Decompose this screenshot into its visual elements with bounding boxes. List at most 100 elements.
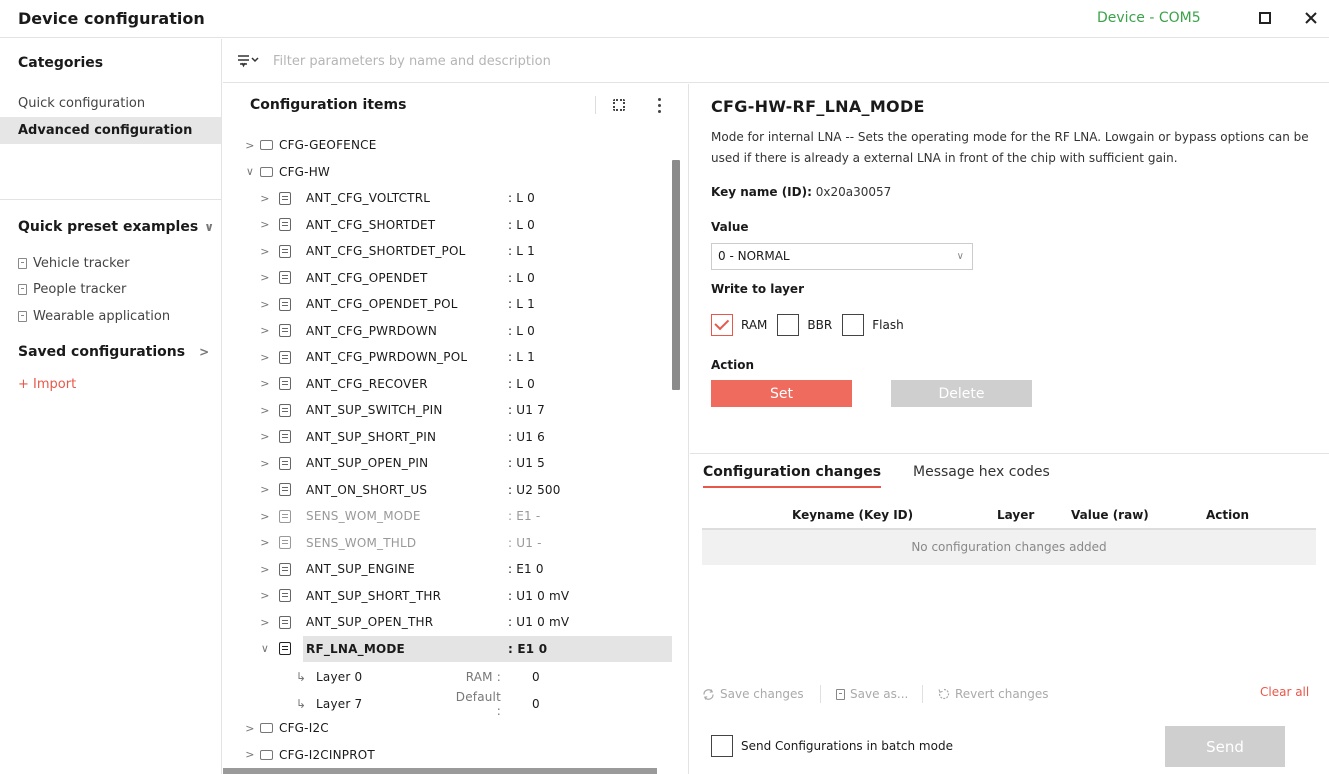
tree-item-rf-lna-mode[interactable]: ∨ RF_LNA_MODE: E1 0 [223,635,673,662]
tree-item-ant-sup-engine[interactable]: > ANT_SUP_ENGINE: E1 0 [223,556,673,582]
chevron-right-icon[interactable]: > [245,748,255,761]
tree-group-i2cinprot[interactable]: > CFG-I2CINPROT [223,742,673,768]
clear-all-link[interactable]: Clear all [1260,685,1309,699]
import-link[interactable]: + Import [18,377,76,392]
delete-button[interactable]: Delete [891,380,1032,407]
tree-group-i2c[interactable]: > CFG-I2C [223,715,673,741]
collapse-all-button[interactable] [608,94,630,116]
tree-item-ant-cfg-opendet-pol[interactable]: > ANT_CFG_OPENDET_POL: L 1 [223,291,673,317]
tree-item-ant-on-short-us[interactable]: > ANT_ON_SHORT_US: U2 500 [223,477,673,503]
set-button[interactable]: Set [711,380,852,407]
chevron-right-icon[interactable]: > [245,139,255,152]
tree-item-ant-cfg-voltctrl[interactable]: > ANT_CFG_VOLTCTRL: L 0 [223,185,673,211]
chevron-right-icon[interactable]: > [260,298,270,311]
tree-vertical-scrollbar[interactable] [672,160,680,390]
tree-item-ant-sup-short-thr[interactable]: > ANT_SUP_SHORT_THR: U1 0 mV [223,583,673,609]
tree-item-name: ANT_SUP_SHORT_PIN [306,429,437,444]
tree-item-name: ANT_CFG_PWRDOWN [306,323,438,338]
folder-icon [260,723,273,733]
chevron-right-icon[interactable]: > [260,351,270,364]
parameter-doc-icon [279,589,291,602]
filter-sort-icon[interactable] [237,52,259,70]
maximize-button[interactable] [1251,4,1279,32]
tree-item-ant-cfg-recover[interactable]: > ANT_CFG_RECOVER: L 0 [223,371,673,397]
chevron-right-icon[interactable]: > [260,377,270,390]
chevron-right-icon[interactable]: > [260,218,270,231]
chevron-right-icon[interactable]: > [260,563,270,576]
ram-checkbox[interactable] [711,314,733,336]
flash-checkbox[interactable] [842,314,865,336]
tree-item-ant-cfg-pwrdown-pol[interactable]: > ANT_CFG_PWRDOWN_POL: L 1 [223,344,673,370]
batch-mode-checkbox[interactable] [711,735,733,757]
tree-item-ant-cfg-opendet[interactable]: > ANT_CFG_OPENDET: L 0 [223,265,673,291]
filter-input[interactable] [273,49,773,73]
batch-mode-label: Send Configurations in batch mode [741,739,953,753]
tree-item-value: : E1 0 [508,562,544,576]
revert-changes-button[interactable]: Revert changes [938,687,1049,701]
chevron-down-icon[interactable]: ∨ [245,165,255,178]
tree-item-value: : U2 500 [508,482,561,497]
chevron-right-icon[interactable]: > [260,404,270,417]
chevron-right-icon[interactable]: > [260,324,270,337]
chevron-right-icon[interactable]: > [245,722,255,735]
quick-presets-heading: Quick preset examples [18,219,199,235]
tree-layer-row[interactable]: ↳ Layer 0 RAM : 0 [223,664,673,690]
saved-configurations-toggle[interactable]: Saved configurations > [18,344,209,360]
layer-name: Layer 7 [316,696,363,711]
folder-icon [260,749,273,760]
save-sync-icon [703,688,714,700]
sidebar-item-advanced-configuration[interactable]: Advanced configuration [0,117,221,144]
chevron-right-icon[interactable]: > [260,245,270,258]
tree-layer-row[interactable]: ↳ Layer 7 Default : 0 [223,690,673,718]
more-vertical-icon [657,97,661,113]
chevron-right-icon[interactable]: > [260,271,270,284]
tree-item-ant-sup-open-pin[interactable]: > ANT_SUP_OPEN_PIN: U1 5 [223,450,673,476]
save-as-button[interactable]: Save as... [836,687,908,701]
sidebar-item-quick-configuration[interactable]: Quick configuration [0,90,221,117]
chevron-right-icon[interactable]: > [260,589,270,602]
value-select[interactable]: 0 - NORMAL ∨ [711,243,973,270]
quick-presets-toggle[interactable]: Quick preset examples ∨ [18,219,214,235]
tree-item-ant-sup-switch-pin[interactable]: > ANT_SUP_SWITCH_PIN: U1 7 [223,397,673,423]
send-button[interactable]: Send [1165,726,1285,767]
parameter-doc-icon [279,536,291,549]
preset-wearable-application[interactable]: Wearable application [18,309,170,324]
preset-label: Wearable application [33,309,171,324]
more-options-button[interactable] [648,94,670,116]
chevron-right-icon[interactable]: > [260,536,270,549]
chevron-right-icon[interactable]: > [260,616,270,629]
tree-group-geofence[interactable]: > CFG-GEOFENCE [223,132,673,158]
chevron-right-icon[interactable]: > [260,457,270,470]
revert-icon [938,688,950,700]
preset-vehicle-tracker[interactable]: Vehicle tracker [18,256,130,271]
parameter-doc-icon [279,218,291,231]
subitem-arrow-icon: ↳ [296,696,307,711]
chevron-right-icon[interactable]: > [260,192,270,205]
revert-changes-label: Revert changes [955,687,1049,701]
tree-group-hw[interactable]: ∨ CFG-HW [223,159,673,185]
tree-item-sens-wom-mode[interactable]: > SENS_WOM_MODE: E1 - [223,503,673,529]
tree-item-ant-cfg-shortdet[interactable]: > ANT_CFG_SHORTDET: L 0 [223,212,673,238]
chevron-right-icon[interactable]: > [260,510,270,523]
save-changes-button[interactable]: Save changes [702,687,804,701]
preset-label: Vehicle tracker [33,256,130,271]
close-button[interactable] [1297,4,1325,32]
tree-item-ant-cfg-pwrdown[interactable]: > ANT_CFG_PWRDOWN: L 0 [223,318,673,344]
tree-item-ant-sup-open-thr[interactable]: > ANT_SUP_OPEN_THR: U1 0 mV [223,609,673,635]
tree-item-ant-sup-short-pin[interactable]: > ANT_SUP_SHORT_PIN: U1 6 [223,424,673,450]
bbr-checkbox[interactable] [777,314,800,336]
tree-item-name: ANT_SUP_SHORT_THR [306,588,442,603]
chevron-right-icon[interactable]: > [260,430,270,443]
flash-label: Flash [872,318,904,332]
tree-item-sens-wom-thld[interactable]: > SENS_WOM_THLD: U1 - [223,530,673,556]
tree-item-ant-cfg-shortdet-pol[interactable]: > ANT_CFG_SHORTDET_POL: L 1 [223,238,673,264]
device-status[interactable]: Device - COM5 [1097,10,1201,26]
chevron-down-icon[interactable]: ∨ [260,642,270,655]
tree-item-value: : L 1 [508,350,535,364]
chevron-right-icon[interactable]: > [260,483,270,496]
tab-configuration-changes[interactable]: Configuration changes [703,464,882,488]
preset-people-tracker[interactable]: People tracker [18,282,126,297]
tree-horizontal-scrollbar[interactable] [223,768,657,774]
tab-message-hex-codes[interactable]: Message hex codes [913,464,1050,486]
tree-group-label: CFG-HW [279,164,330,179]
